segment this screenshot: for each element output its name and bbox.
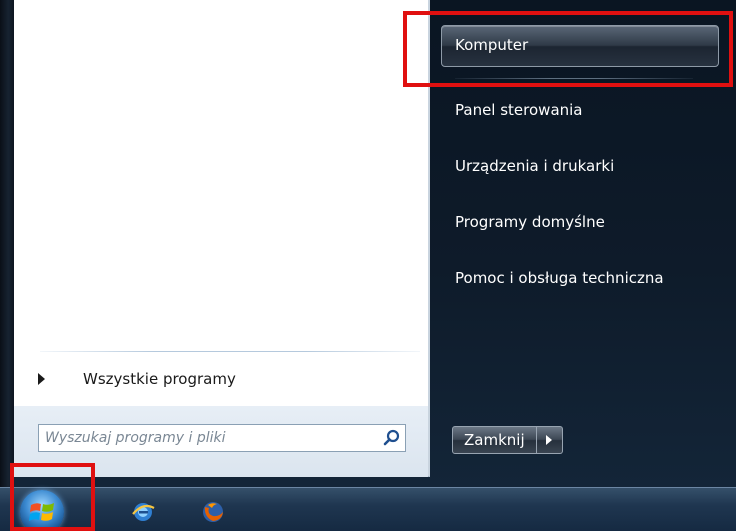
- shutdown-group: Zamknij: [452, 426, 563, 454]
- right-item-programy-domyslne[interactable]: Programy domyślne: [455, 213, 605, 231]
- ie-icon[interactable]: [130, 499, 156, 525]
- taskbar: [0, 487, 736, 531]
- highlight-box-komputer: [403, 11, 733, 87]
- screen: Wszystkie programy Komputer Panel: [0, 0, 736, 531]
- right-item-urzadzenia-i-drukarki[interactable]: Urządzenia i drukarki: [455, 157, 614, 175]
- highlight-box-start: [10, 463, 95, 531]
- triangle-right-icon: [546, 435, 553, 445]
- programs-list: [14, 0, 428, 350]
- firefox-icon[interactable]: [200, 499, 226, 525]
- search-input[interactable]: [39, 426, 379, 450]
- left-pane-divider: [40, 351, 420, 352]
- right-item-pomoc-i-obsluga[interactable]: Pomoc i obsługa techniczna: [455, 269, 664, 287]
- shutdown-button[interactable]: Zamknij: [452, 426, 537, 454]
- right-item-panel-sterowania[interactable]: Panel sterowania: [455, 101, 583, 119]
- start-menu-left-pane: Wszystkie programy: [14, 0, 430, 477]
- all-programs-label: Wszystkie programy: [83, 370, 236, 388]
- shutdown-options-button[interactable]: [536, 426, 563, 454]
- search-box[interactable]: [38, 424, 406, 452]
- search-icon[interactable]: [379, 426, 405, 450]
- triangle-right-icon: [38, 373, 45, 385]
- window-edge: [0, 0, 14, 487]
- all-programs-item[interactable]: Wszystkie programy: [34, 362, 420, 396]
